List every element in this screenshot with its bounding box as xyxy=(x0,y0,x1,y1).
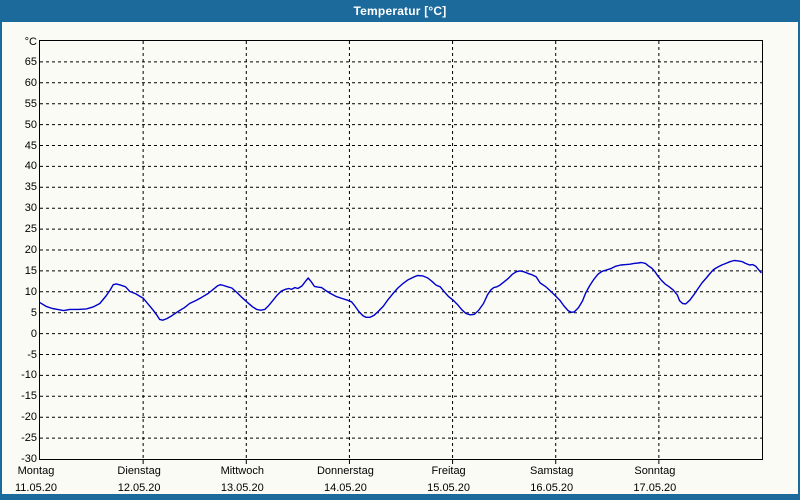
x-axis-date-label: 17.05.20 xyxy=(633,482,677,494)
x-axis-day-label: Donnerstag xyxy=(316,465,374,477)
y-axis-unit-label: °C xyxy=(24,36,37,48)
x-axis-day-label: Sonntag xyxy=(634,465,676,477)
x-axis-day-label: Montag xyxy=(17,465,55,477)
y-axis-tick-label: -5 xyxy=(27,348,37,361)
y-axis-tick-label: -30 xyxy=(21,453,37,465)
y-axis-tick-label: -25 xyxy=(21,432,37,445)
y-axis-tick-label: 10 xyxy=(24,285,37,298)
y-axis-tick-label: -10 xyxy=(21,369,37,382)
x-axis-day-label: Samstag xyxy=(529,465,574,477)
y-axis-tick-label: 45 xyxy=(24,139,37,152)
y-axis-tick-label: 60 xyxy=(24,76,37,89)
x-axis-day-label: Mittwoch xyxy=(220,465,264,477)
y-axis-tick-label: 20 xyxy=(24,244,37,256)
x-axis-day-label: Dienstag xyxy=(117,465,161,477)
y-axis-tick-label: 50 xyxy=(24,118,37,131)
chart-window: Temperatur [°C] °C 65 60 55 50 45 40 35 30 25 20 1… xyxy=(0,0,800,500)
x-axis-date-label: 13.05.20 xyxy=(220,482,264,494)
plot-area xyxy=(39,40,763,464)
y-axis-tick-label: 30 xyxy=(24,202,37,215)
temperature-line-chart xyxy=(39,41,762,464)
temperature-series-line xyxy=(39,259,762,321)
y-axis-tick-label: 5 xyxy=(30,306,37,319)
y-axis-tick-label: 0 xyxy=(30,327,37,340)
y-axis-tick-label: 40 xyxy=(24,160,37,173)
y-axis-tick-label: 65 xyxy=(24,55,37,68)
y-axis-tick-label: 55 xyxy=(24,97,37,110)
x-axis-date-label: 14.05.20 xyxy=(324,482,367,494)
x-axis-date-label: 12.05.20 xyxy=(117,482,161,494)
y-axis-tick-label: 15 xyxy=(24,264,37,277)
y-axis-tick-label: -15 xyxy=(21,390,37,403)
x-axis-day-label: Freitag xyxy=(431,465,466,477)
window-title: Temperatur [°C] xyxy=(353,4,447,18)
y-axis-tick-label: -20 xyxy=(21,411,37,424)
x-axis-date-label: 15.05.20 xyxy=(427,482,470,494)
x-axis-date-label: 11.05.20 xyxy=(14,482,58,494)
y-axis-tick-label: 35 xyxy=(24,181,37,194)
window-title-bar: Temperatur [°C] xyxy=(2,0,798,22)
x-axis-date-label: 16.05.20 xyxy=(530,482,574,494)
y-axis-tick-label: 25 xyxy=(24,223,37,236)
